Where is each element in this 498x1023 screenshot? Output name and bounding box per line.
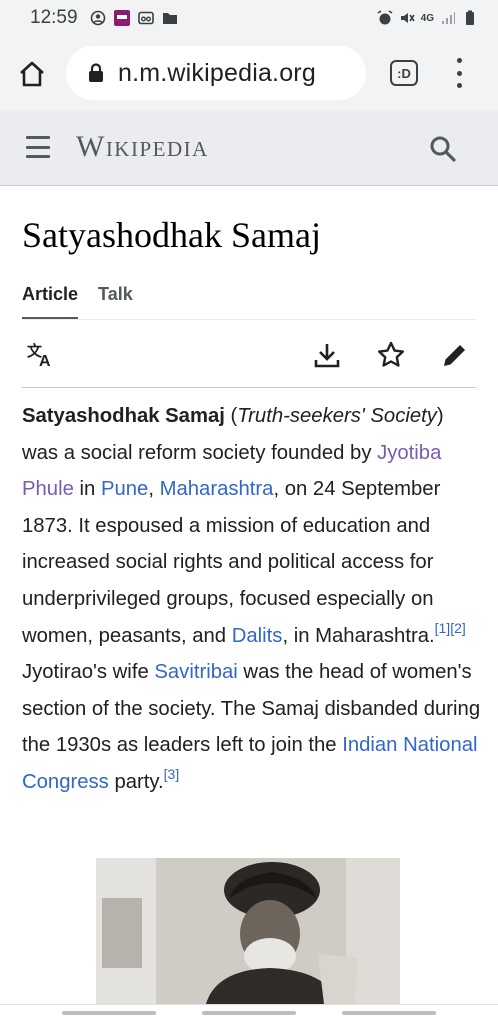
nav-home-bar[interactable]: [202, 1011, 296, 1015]
portrait-image[interactable]: [96, 858, 400, 1004]
folder-icon: [162, 13, 177, 24]
alarm-icon: [377, 10, 393, 25]
link-savitribai[interactable]: Savitribai: [154, 661, 237, 683]
status-time: 12:59: [30, 7, 78, 28]
main-menu-icon[interactable]: [26, 136, 50, 158]
portrait-photo-icon: [96, 858, 400, 1004]
address-bar[interactable]: n.m.wikipedia.org: [66, 46, 366, 100]
tab-article[interactable]: Article: [22, 284, 79, 319]
language-icon[interactable]: 文A: [26, 340, 56, 370]
bold-term: Satyashodhak Samaj: [22, 405, 225, 427]
article-lead-paragraph: Satyashodhak Samaj (Truth-seekers' Socie…: [22, 398, 482, 801]
tab-switcher-label: :D: [397, 65, 411, 81]
url-text: n.m.wikipedia.org: [118, 58, 316, 87]
link-pune[interactable]: Pune: [101, 478, 148, 500]
status-icons-right: 4G: [377, 10, 478, 26]
text-run: ,: [148, 478, 160, 501]
more-options-icon[interactable]: [452, 58, 466, 88]
star-icon[interactable]: [376, 340, 406, 370]
search-icon[interactable]: [428, 134, 458, 164]
page-title: Satyashodhak Samaj: [22, 215, 321, 255]
reference-1[interactable]: [1]: [435, 620, 451, 636]
vpn-icon: [137, 11, 154, 25]
home-icon[interactable]: [16, 58, 48, 90]
status-bar: 12:59 4G: [0, 0, 498, 36]
link-maharashtra[interactable]: Maharashtra: [160, 478, 274, 500]
italic-term: Truth-seekers' Society: [237, 405, 437, 427]
system-navigation-bar: [0, 1004, 498, 1023]
text-run: , on 24 September 1873. It espoused a mi…: [22, 478, 441, 647]
reference-3[interactable]: [3]: [164, 766, 180, 782]
lock-icon: [89, 63, 103, 82]
signal-icon: [442, 12, 455, 24]
wikipedia-wordmark[interactable]: Wikipedia: [76, 130, 209, 164]
text-run: was a social reform society founded by: [22, 441, 378, 464]
text-run: Jyotirao's wife: [22, 661, 155, 684]
mute-icon: [400, 13, 415, 23]
page-actions: 文A: [22, 336, 476, 388]
download-icon[interactable]: [312, 340, 342, 370]
text-run: in: [73, 478, 101, 501]
link-dalits[interactable]: Dalits: [232, 625, 283, 647]
text-run: ): [436, 405, 444, 427]
battery-icon: [466, 10, 474, 25]
article-tabs: Article Talk: [22, 284, 476, 320]
wiki-header: Wikipedia: [0, 110, 498, 186]
svg-text:A: A: [39, 353, 51, 370]
network-type: 4G: [420, 12, 434, 24]
account-circle-icon: [90, 10, 105, 26]
text-run: , in Maharashtra.: [282, 624, 435, 647]
text-run: (: [224, 405, 238, 427]
tab-talk[interactable]: Talk: [98, 284, 133, 319]
tab-switcher-button[interactable]: :D: [390, 60, 418, 86]
browser-toolbar: n.m.wikipedia.org :D: [0, 36, 498, 110]
edit-pencil-icon[interactable]: [440, 340, 470, 370]
yono-app-icon: [113, 10, 130, 26]
nav-recent-bar[interactable]: [62, 1011, 156, 1015]
reference-2[interactable]: [2]: [450, 620, 466, 636]
nav-back-bar[interactable]: [342, 1011, 436, 1015]
text-run: party.: [108, 770, 164, 793]
status-icons-left: [90, 10, 178, 26]
